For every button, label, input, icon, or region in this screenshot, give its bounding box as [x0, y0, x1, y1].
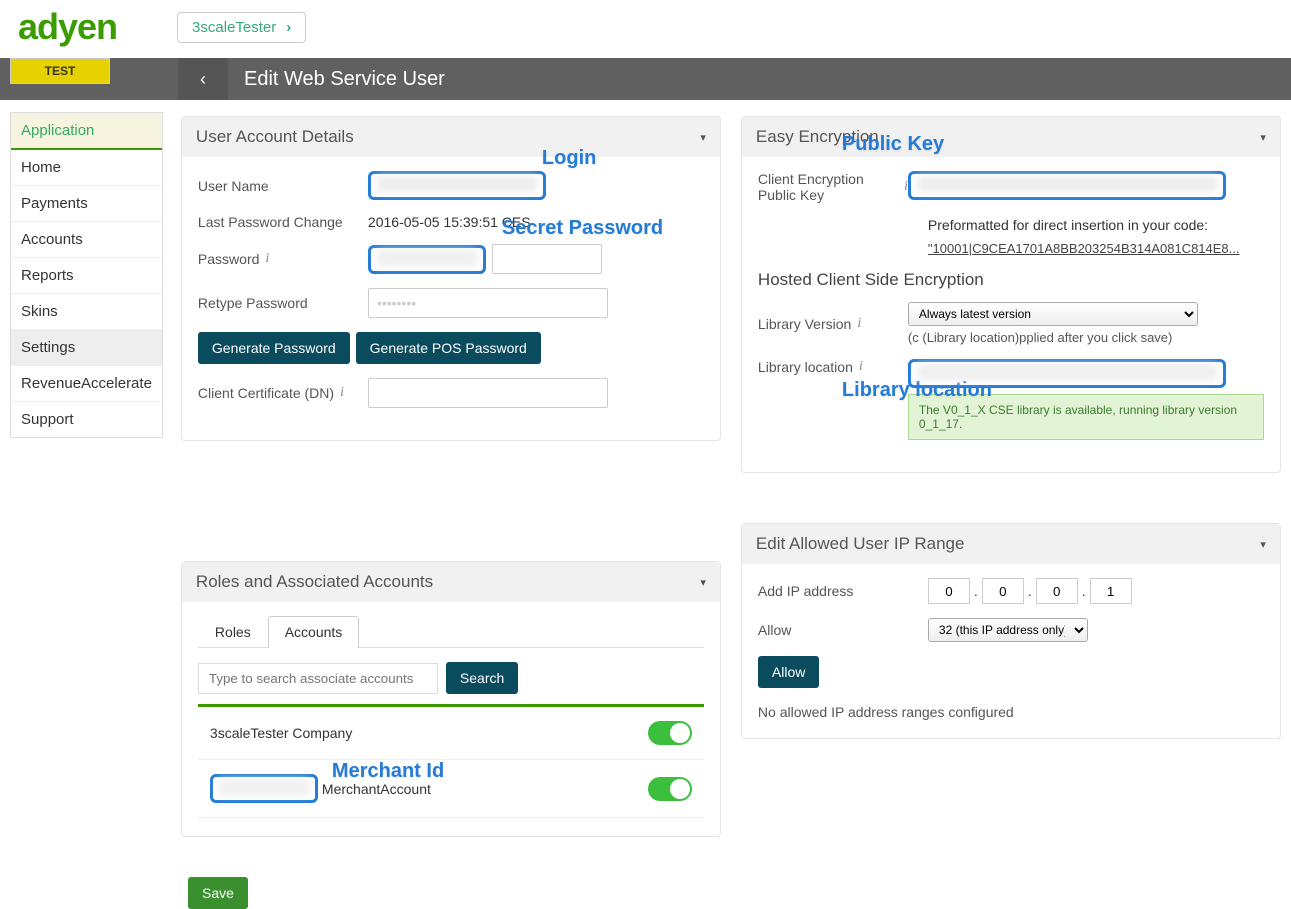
panel-title: Roles and Associated Accounts	[196, 572, 433, 592]
info-icon[interactable]: i	[340, 385, 344, 401]
allow-button[interactable]: Allow	[758, 656, 819, 688]
panel-title: Edit Allowed User IP Range	[756, 534, 965, 554]
nav-home[interactable]: Home	[11, 150, 162, 186]
back-button[interactable]: ‹	[178, 58, 228, 100]
caret-down-icon: ▾	[700, 576, 706, 589]
account-toggle[interactable]	[648, 721, 692, 745]
account-label: 3scaleTester Company	[210, 725, 352, 741]
label-library-version: Library Version i	[758, 316, 908, 332]
account-selector[interactable]: 3scaleTester ›	[177, 12, 306, 43]
panel-user-details: User Account Details ▾ Login Secret Pass…	[181, 116, 721, 441]
label-library-location: Library location i	[758, 359, 908, 375]
test-badge: TEST	[10, 58, 110, 84]
preformatted-value[interactable]: "10001|C9CEA1701A8BB203254B314A081C814E8…	[928, 241, 1264, 256]
account-row: MerchantAccount	[198, 760, 704, 818]
version-note: (c (Library location)pplied after you cl…	[908, 330, 1264, 345]
account-name: 3scaleTester	[192, 19, 276, 36]
library-version-select[interactable]: Always latest version	[908, 302, 1198, 326]
nav-payments[interactable]: Payments	[11, 186, 162, 222]
label-public-key: Client Encryption Public Key i	[758, 171, 908, 203]
public-key-box	[908, 171, 1226, 200]
info-icon[interactable]: i	[857, 316, 861, 332]
panel-ip-range: Edit Allowed User IP Range ▾ Add IP addr…	[741, 523, 1281, 739]
top-header: adyen 3scaleTester ›	[0, 0, 1291, 58]
account-label: MerchantAccount	[322, 781, 431, 797]
nav: Application Home Payments Accounts Repor…	[10, 112, 163, 438]
library-note: The V0_1_X CSE library is available, run…	[908, 394, 1264, 440]
info-icon[interactable]: i	[265, 251, 269, 267]
label-username: User Name	[198, 178, 368, 194]
account-toggle[interactable]	[648, 777, 692, 801]
ip-inputs: . . .	[928, 578, 1264, 604]
panel-header-ip[interactable]: Edit Allowed User IP Range ▾	[742, 524, 1280, 564]
adyen-logo: adyen	[18, 6, 117, 48]
tab-roles[interactable]: Roles	[198, 616, 268, 647]
panel-header-user-details[interactable]: User Account Details ▾	[182, 117, 720, 157]
allow-select[interactable]: 32 (this IP address only)	[928, 618, 1088, 642]
panel-header-roles[interactable]: Roles and Associated Accounts ▾	[182, 562, 720, 602]
titlebar: ‹ Edit Web Service User	[0, 58, 1291, 100]
caret-down-icon: ▾	[1260, 538, 1266, 551]
search-accounts-input[interactable]	[198, 663, 438, 694]
search-button[interactable]: Search	[446, 662, 518, 694]
label-last-pw-change: Last Password Change	[198, 214, 368, 230]
no-ip-text: No allowed IP address ranges configured	[758, 704, 1264, 720]
page-title: Edit Web Service User	[244, 68, 445, 91]
client-cert-input[interactable]	[368, 378, 608, 408]
panel-title: User Account Details	[196, 127, 354, 147]
ip-octet-1[interactable]	[928, 578, 970, 604]
nav-accounts[interactable]: Accounts	[11, 222, 162, 258]
ip-octet-2[interactable]	[982, 578, 1024, 604]
account-row: 3scaleTester Company	[198, 707, 704, 760]
panel-title: Easy Encryption	[756, 127, 879, 147]
nav-reports[interactable]: Reports	[11, 258, 162, 294]
nav-skins[interactable]: Skins	[11, 294, 162, 330]
preformatted-label: Preformatted for direct insertion in you…	[928, 217, 1264, 233]
ip-octet-3[interactable]	[1036, 578, 1078, 604]
retype-password-input[interactable]	[368, 288, 608, 318]
hosted-encryption-title: Hosted Client Side Encryption	[758, 270, 1264, 290]
panel-header-encryption[interactable]: Easy Encryption ▾	[742, 117, 1280, 157]
caret-down-icon: ▾	[700, 131, 706, 144]
caret-down-icon: ▾	[1260, 131, 1266, 144]
merchant-id-box	[210, 774, 318, 803]
label-allow: Allow	[758, 622, 928, 638]
library-location-box	[908, 359, 1226, 388]
panel-easy-encryption: Easy Encryption ▾ Public Key Library loc…	[741, 116, 1281, 473]
generate-pos-password-button[interactable]: Generate POS Password	[356, 332, 541, 364]
nav-support[interactable]: Support	[11, 402, 162, 437]
label-retype-password: Retype Password	[198, 295, 368, 311]
password-input[interactable]	[492, 244, 602, 274]
username-value-box	[368, 171, 546, 200]
tab-accounts[interactable]: Accounts	[268, 616, 360, 648]
save-button[interactable]: Save	[188, 877, 248, 909]
nav-heading[interactable]: Application	[11, 113, 162, 150]
sidebar: TEST Application Home Payments Accounts …	[10, 58, 163, 438]
generate-password-button[interactable]: Generate Password	[198, 332, 350, 364]
nav-settings[interactable]: Settings	[11, 330, 162, 366]
ip-octet-4[interactable]	[1090, 578, 1132, 604]
chevron-right-icon: ›	[286, 19, 291, 36]
label-add-ip: Add IP address	[758, 583, 928, 599]
last-pw-change-value: 2016-05-05 15:39:51 CES	[368, 214, 704, 230]
label-client-cert: Client Certificate (DN) i	[198, 385, 368, 401]
nav-revenue[interactable]: RevenueAccelerate	[11, 366, 162, 402]
panel-roles: Roles and Associated Accounts ▾ Roles Ac…	[181, 561, 721, 837]
label-password: Password i	[198, 251, 368, 267]
info-icon[interactable]: i	[859, 359, 863, 375]
password-value-box	[368, 245, 486, 274]
